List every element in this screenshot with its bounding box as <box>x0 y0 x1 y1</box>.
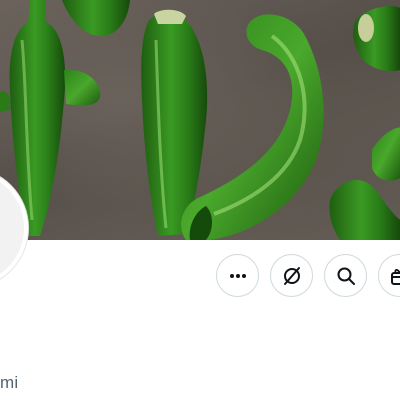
search-button[interactable] <box>324 254 367 297</box>
profile-handle: mi <box>0 373 19 392</box>
gift-icon <box>390 268 400 285</box>
profile-actions <box>216 254 400 297</box>
grok-icon <box>283 266 300 285</box>
profile-screen: mi <box>0 0 400 400</box>
more-icon <box>229 273 246 278</box>
more-button[interactable] <box>216 254 259 297</box>
banner-image <box>0 0 400 240</box>
subscribe-button[interactable] <box>378 254 400 297</box>
search-icon <box>337 267 355 285</box>
profile-banner[interactable] <box>0 0 400 240</box>
grok-button[interactable] <box>270 254 313 297</box>
